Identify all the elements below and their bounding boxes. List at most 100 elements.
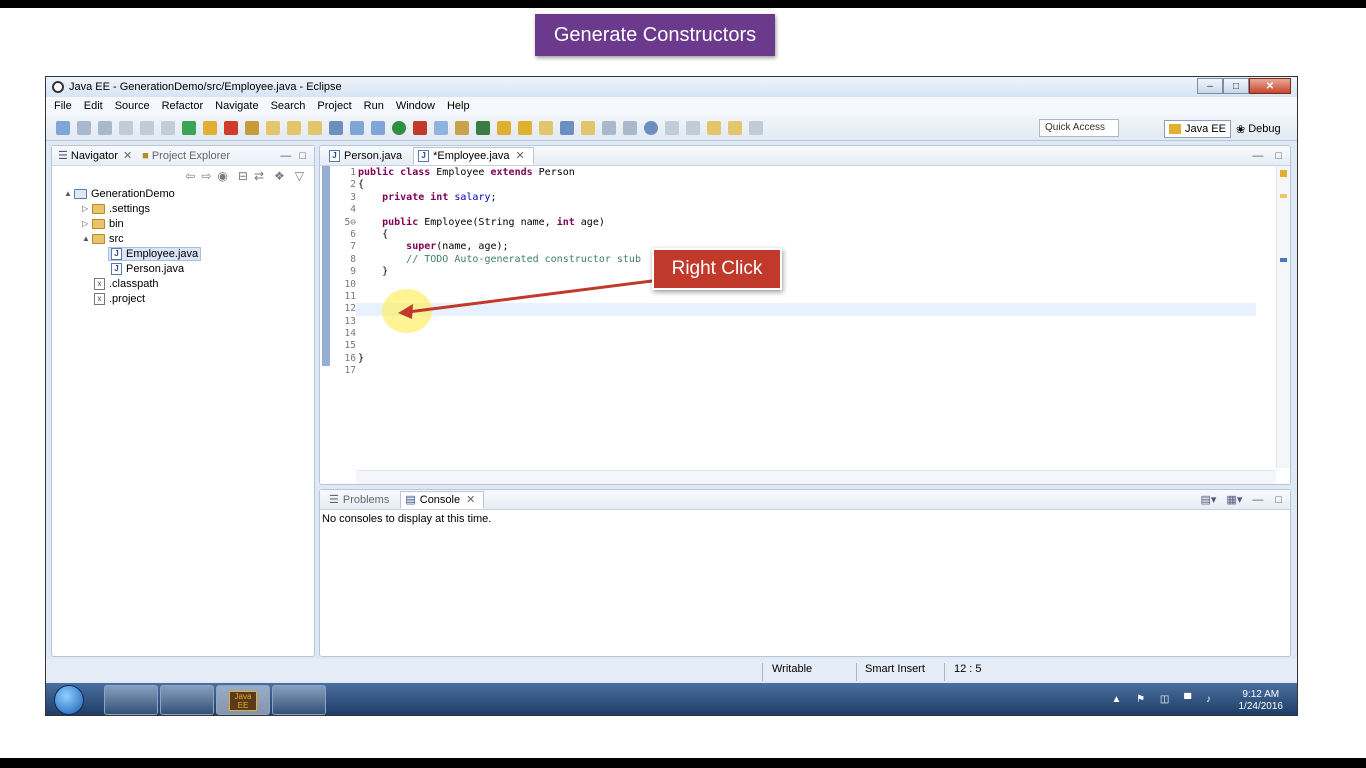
tab-project-explorer[interactable]: ■ Project Explorer — [142, 150, 230, 162]
save-all-icon[interactable] — [98, 120, 112, 135]
view-menu-icon[interactable]: ▽ — [295, 169, 304, 183]
close-tab-icon[interactable]: ✕ — [516, 149, 525, 162]
step-over-icon[interactable] — [287, 120, 301, 135]
menu-file[interactable]: File — [54, 100, 72, 112]
close-tab-icon[interactable]: ✕ — [466, 493, 475, 506]
back-icon[interactable] — [728, 120, 742, 135]
action-center-flag-icon[interactable]: ⚑ — [1136, 694, 1151, 705]
tree-item-project[interactable]: ▲ GenerationDemo — [64, 186, 314, 201]
open-type-icon[interactable] — [497, 120, 511, 135]
step-into-icon[interactable] — [266, 120, 280, 135]
open-console-icon[interactable]: ▤▾ — [1201, 493, 1217, 506]
code-line[interactable] — [356, 303, 1256, 316]
expand-icon[interactable]: ▷ — [82, 219, 92, 228]
overview-warning-marker[interactable] — [1280, 170, 1287, 177]
forward-icon[interactable] — [749, 120, 763, 135]
tab-employee-java[interactable]: J *Employee.java ✕ — [413, 146, 534, 165]
link-editor-icon[interactable]: ⇄ — [254, 169, 264, 183]
display-console-icon[interactable]: ▦▾ — [1226, 493, 1242, 506]
editor-horizontal-scrollbar[interactable] — [356, 470, 1276, 484]
overview-occurrence-marker[interactable] — [1280, 258, 1287, 262]
menu-source[interactable]: Source — [115, 100, 150, 112]
tree-item-person-java[interactable]: J Person.java — [64, 261, 314, 276]
taskbar-chrome[interactable] — [272, 685, 326, 715]
new-class-icon[interactable] — [476, 120, 490, 135]
minimize-view-icon[interactable]: — — [1252, 150, 1263, 162]
server-icon[interactable] — [350, 120, 364, 135]
mark-occurrences-icon[interactable] — [581, 120, 595, 135]
code-line[interactable] — [356, 316, 1256, 328]
network-icon[interactable]: ◫ — [1160, 694, 1175, 705]
open-task-icon[interactable] — [518, 120, 532, 135]
system-clock[interactable]: 9:12 AM 1/24/2016 — [1239, 689, 1284, 713]
code-line[interactable] — [356, 340, 1256, 352]
minimize-view-icon[interactable]: — — [280, 150, 291, 162]
code-text-area[interactable]: public class Employee extends Person{ pr… — [356, 167, 1256, 378]
new-java-project-icon[interactable] — [434, 120, 448, 135]
tab-person-java[interactable]: J Person.java — [324, 147, 411, 165]
tree-item-src[interactable]: ▲ src — [64, 231, 314, 246]
show-hidden-icons-icon[interactable]: ▲ — [1111, 694, 1127, 705]
close-tab-icon[interactable]: ✕ — [123, 149, 132, 162]
save-icon[interactable] — [77, 120, 91, 135]
code-line[interactable]: } — [356, 266, 1256, 278]
menu-edit[interactable]: Edit — [84, 100, 103, 112]
print-icon[interactable] — [119, 120, 133, 135]
code-line[interactable] — [356, 204, 1256, 216]
taskbar-server-manager[interactable] — [104, 685, 158, 715]
maximize-view-icon[interactable]: □ — [1275, 150, 1282, 162]
show-whitespace-icon[interactable] — [623, 120, 637, 135]
code-line[interactable] — [356, 291, 1256, 303]
web-browser-icon[interactable] — [644, 120, 658, 135]
debug-icon[interactable] — [371, 120, 385, 135]
tree-item-classpath[interactable]: x .classpath — [64, 276, 314, 291]
maximize-view-icon[interactable]: □ — [1275, 494, 1282, 506]
up-nav-icon[interactable]: ◉ — [217, 169, 227, 183]
signal-icon[interactable]: ▀ — [1184, 694, 1197, 705]
close-button[interactable]: ✕ — [1249, 78, 1291, 94]
block-selection-icon[interactable] — [602, 120, 616, 135]
code-line[interactable]: public class Employee extends Person — [356, 167, 1256, 179]
tab-navigator[interactable]: ☰ Navigator ✕ — [58, 149, 132, 163]
forward-nav-icon[interactable]: ⇨ — [201, 169, 211, 183]
maximize-view-icon[interactable]: □ — [299, 150, 306, 162]
expand-icon[interactable]: ▲ — [64, 189, 74, 198]
menu-project[interactable]: Project — [317, 100, 351, 112]
menu-window[interactable]: Window — [396, 100, 435, 112]
tree-item-project-file[interactable]: x .project — [64, 291, 314, 306]
volume-icon[interactable]: ♪ — [1206, 694, 1217, 705]
code-line[interactable]: } — [356, 353, 1256, 365]
resume-icon[interactable] — [182, 120, 196, 135]
perspective-java-ee[interactable]: Java EE — [1164, 120, 1231, 138]
minimize-view-icon[interactable]: — — [1252, 494, 1263, 506]
menu-run[interactable]: Run — [364, 100, 384, 112]
minimize-button[interactable]: – — [1197, 78, 1223, 94]
code-line[interactable]: super(name, age); — [356, 241, 1256, 253]
filters-icon[interactable]: ❖ — [274, 169, 285, 183]
use-step-filters-icon[interactable] — [329, 120, 343, 135]
tree-item-bin[interactable]: ▷ bin — [64, 216, 314, 231]
new-package-icon[interactable] — [455, 120, 469, 135]
code-line[interactable] — [356, 365, 1256, 377]
perspective-debug[interactable]: ❀ Debug — [1232, 120, 1285, 138]
maximize-button[interactable]: □ — [1223, 78, 1249, 94]
expand-icon[interactable]: ▷ — [82, 204, 92, 213]
menu-help[interactable]: Help — [447, 100, 470, 112]
tab-console[interactable]: ▤ Console ✕ — [400, 490, 485, 509]
external-tools-icon[interactable] — [413, 120, 427, 135]
code-line[interactable] — [356, 279, 1256, 291]
menu-refactor[interactable]: Refactor — [162, 100, 204, 112]
suspend-icon[interactable] — [203, 120, 217, 135]
menu-navigate[interactable]: Navigate — [215, 100, 258, 112]
code-line[interactable]: { — [356, 179, 1256, 191]
code-line[interactable] — [356, 328, 1256, 340]
taskbar-eclipse[interactable]: Java EE — [216, 685, 270, 715]
binary-icon[interactable] — [140, 120, 154, 135]
step-return-icon[interactable] — [308, 120, 322, 135]
collapse-all-icon[interactable]: ⊟ — [238, 169, 248, 183]
run-icon[interactable] — [392, 120, 406, 135]
skip-breakpoints-icon[interactable] — [161, 120, 175, 135]
tree-item-employee-java[interactable]: J Employee.java — [64, 246, 314, 261]
code-line[interactable]: { — [356, 229, 1256, 241]
terminate-icon[interactable] — [224, 120, 238, 135]
